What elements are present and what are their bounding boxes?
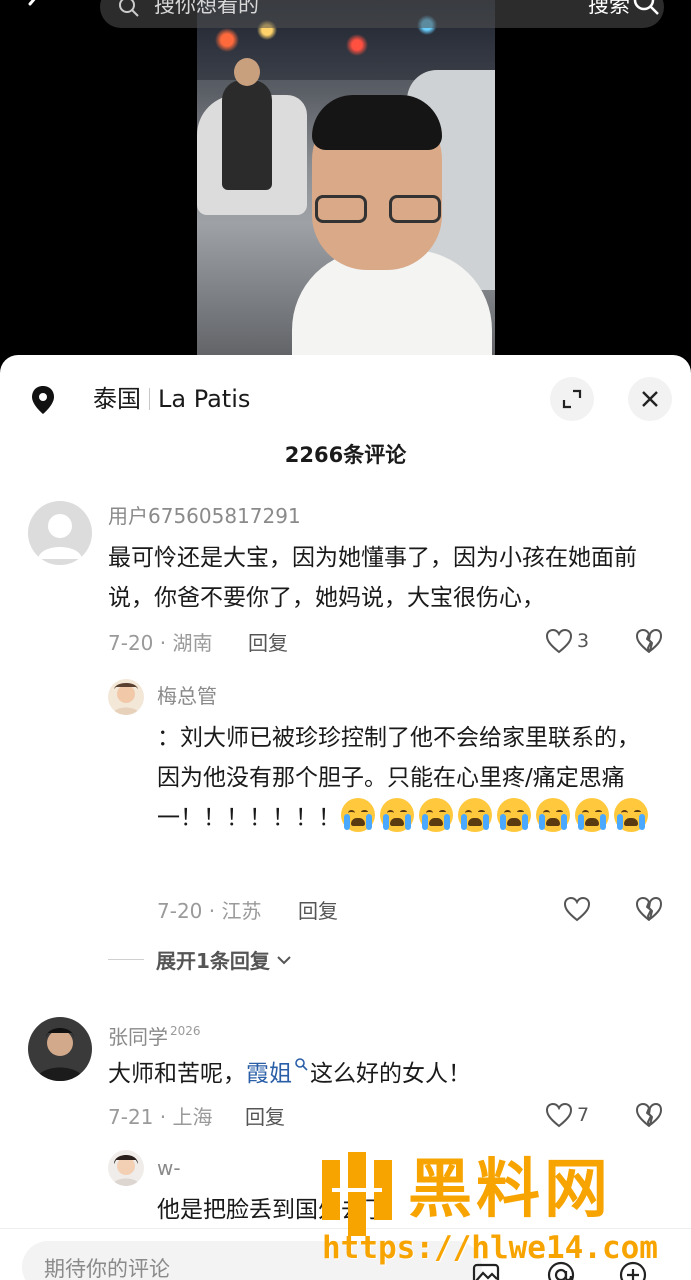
dislike-button[interactable] [635,1102,663,1128]
reply-text: ：刘大师已被珍珍控制了他不会给家里联系的，因为他没有那个胆子。只能在心里疼/痛定… [157,718,657,838]
sheet-header: 泰国 La Patis 2266条评论 [0,355,691,467]
comment-date: 7-21 [108,1105,154,1129]
avatar[interactable] [108,1150,144,1186]
avatar[interactable] [28,501,92,565]
search-placeholder: 搜你想看的 [154,0,259,17]
crying-face-icon [536,798,570,832]
reply-username[interactable]: 梅总管 [157,683,217,709]
dislike-button[interactable] [635,896,663,922]
search-submit-icon[interactable] [632,0,660,18]
close-icon [642,391,658,407]
comment-username[interactable]: 用户675605817291 [108,503,301,529]
video-man-hair [312,95,442,150]
comment-sheet: 泰国 La Patis 2266条评论 用户675605817291 最可怜还是大… [0,355,691,1280]
comment-username-text: 张同学 [108,1025,168,1049]
crying-face-icon [497,798,531,832]
back-arrow-icon[interactable] [22,0,52,18]
like-count: 7 [577,1104,590,1126]
search-bar[interactable]: 搜你想看的 搜索 [100,0,664,28]
like-button[interactable] [563,896,591,922]
expand-replies-button[interactable]: 展开1条回复 [156,945,292,974]
comment-text: 大师和苦呢，霞姐 这么好的女人！ [108,1054,668,1094]
reply-date: 7-20 [157,899,203,923]
comment-date: 7-20 [108,631,154,655]
crying-face-icon [380,798,414,832]
watermark-url: https://hlwe14.com [322,1230,658,1266]
broken-heart-icon [636,897,662,921]
reply-button[interactable]: 回复 [298,898,338,924]
crying-face-icon [614,798,648,832]
crying-face-icon [458,798,492,832]
reply-button[interactable]: 回复 [245,1104,285,1130]
watermark-title: 黑料网 [408,1153,612,1227]
reply-button[interactable]: 回复 [248,630,288,656]
search-button[interactable]: 搜索 [588,0,630,19]
reply-region: 江苏 [221,899,262,923]
search-icon [295,1058,308,1071]
dislike-button[interactable] [635,628,663,654]
location-pin-icon [30,385,56,415]
broken-heart-icon [636,629,662,653]
comment-region: 上海 [172,1105,213,1129]
comment-meta: 7-21 · 上海 [108,1105,213,1129]
expand-button[interactable] [550,377,594,421]
comment-region: 湖南 [172,631,213,655]
reply-meta: 7-20 · 江苏 [157,899,262,923]
video-player[interactable]: 搜你想看的 搜索 [0,0,691,380]
video-man-glasses [315,195,441,225]
video-passerby [222,58,272,190]
avatar[interactable] [28,1017,92,1081]
comment-text: 最可怜还是大宝，因为她懂事了，因为小孩在她面前说，你爸不要你了，她妈说，大宝很伤… [108,545,637,611]
comment-text-after: 这么好的女人！ [310,1061,471,1087]
like-button[interactable]: 3 [545,628,589,654]
like-count: 3 [577,630,590,652]
heart-icon [545,1102,573,1128]
video-frame[interactable] [197,0,495,372]
broken-heart-icon [636,1103,662,1127]
location-place: La Patis [158,385,251,413]
search-icon [118,0,140,18]
chevron-down-icon [277,955,291,964]
crying-face-icon [575,798,609,832]
crying-face-icon [419,798,453,832]
watermark-logo-icon [318,1150,396,1238]
reply-username[interactable]: w- [157,1155,181,1181]
comment-count: 2266条评论 [284,443,407,467]
comment-text-before: 大师和苦呢， [108,1061,246,1087]
like-button[interactable]: 7 [545,1102,589,1128]
expand-icon [562,389,582,409]
comment-meta: 7-20 · 湖南 [108,631,213,655]
heart-icon [545,628,573,654]
username-badge: 2026 [170,1024,201,1038]
location-country: 泰国 [93,385,141,413]
expand-divider [108,959,144,960]
watermark: 黑料网 https://hlwe14.com [318,1150,688,1270]
avatar[interactable] [108,679,144,715]
close-button[interactable] [628,377,672,421]
crying-face-icon [341,798,375,832]
location-label[interactable]: 泰国 La Patis [93,383,250,415]
mention-link[interactable]: 霞姐 [246,1061,292,1087]
comment-username[interactable]: 张同学 2026 [108,1018,201,1050]
location-divider [149,388,150,410]
heart-icon [563,896,591,922]
expand-replies-label: 展开1条回复 [156,949,270,973]
comment-input-placeholder: 期待你的评论 [44,1257,170,1280]
